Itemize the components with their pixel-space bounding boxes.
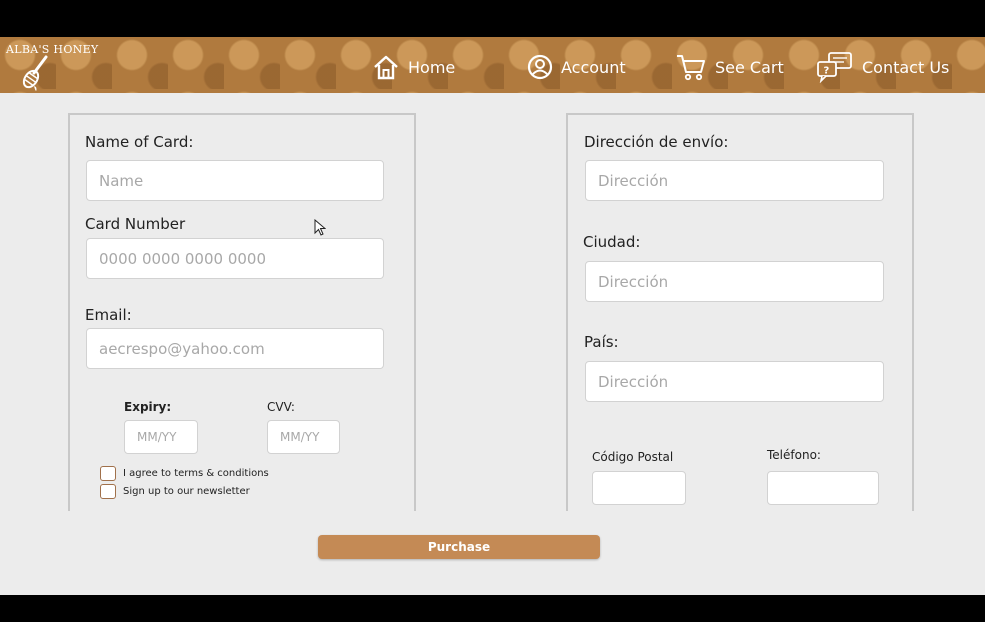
expiry-label: Expiry: (124, 400, 172, 414)
newsletter-label: Sign up to our newsletter (123, 486, 250, 497)
postal-code-input[interactable] (592, 471, 686, 505)
phone-input[interactable] (767, 471, 879, 505)
mouse-cursor-icon (314, 219, 326, 236)
email-label: Email: (85, 306, 132, 324)
purchase-button[interactable]: Purchase (318, 535, 600, 559)
city-input[interactable] (585, 261, 884, 302)
terms-label: I agree to terms & conditions (123, 468, 269, 479)
country-input[interactable] (585, 361, 884, 402)
newsletter-checkbox[interactable] (100, 484, 116, 499)
nav-home-label: Home (408, 57, 456, 77)
terms-row: I agree to terms & conditions (100, 466, 269, 481)
city-label: Ciudad: (583, 233, 641, 251)
nav-contact[interactable]: ? Contact Us (816, 51, 949, 83)
country-label: País: (584, 333, 619, 351)
nav-cart[interactable]: See Cart (675, 51, 784, 83)
nav-cart-label: See Cart (715, 57, 784, 77)
honey-dipper-icon (22, 55, 48, 91)
nav-home[interactable]: Home (372, 51, 455, 83)
nav-account[interactable]: Account (527, 51, 626, 83)
svg-text:?: ? (824, 66, 830, 77)
card-number-label: Card Number (85, 215, 186, 233)
cvv-input[interactable] (267, 420, 340, 454)
header-bar: ALBA'S HONEY Home Account See Cart ? Con… (0, 37, 985, 93)
letterbox-top (0, 0, 985, 37)
newsletter-row: Sign up to our newsletter (100, 484, 250, 499)
address-input[interactable] (585, 160, 884, 201)
chat-icon: ? (817, 52, 852, 83)
address-label: Dirección de envío: (584, 133, 729, 151)
phone-label: Teléfono: (767, 448, 821, 462)
cart-icon (677, 55, 705, 81)
account-icon (527, 54, 553, 80)
card-number-input[interactable] (86, 238, 384, 279)
postal-code-label: Código Postal (592, 450, 674, 464)
nav-contact-label: Contact Us (862, 57, 950, 77)
cvv-label: CVV: (267, 400, 295, 414)
nav-account-label: Account (561, 57, 626, 77)
email-input[interactable] (86, 328, 384, 369)
letterbox-bottom (0, 595, 985, 622)
brand-logo[interactable]: ALBA'S HONEY (6, 41, 98, 91)
checkout-page: Name of Card: Card Number Email: Expiry:… (0, 93, 985, 595)
expiry-input[interactable] (124, 420, 198, 454)
card-name-input[interactable] (86, 160, 384, 201)
home-icon (374, 55, 398, 80)
card-name-label: Name of Card: (85, 133, 194, 151)
terms-checkbox[interactable] (100, 466, 116, 481)
